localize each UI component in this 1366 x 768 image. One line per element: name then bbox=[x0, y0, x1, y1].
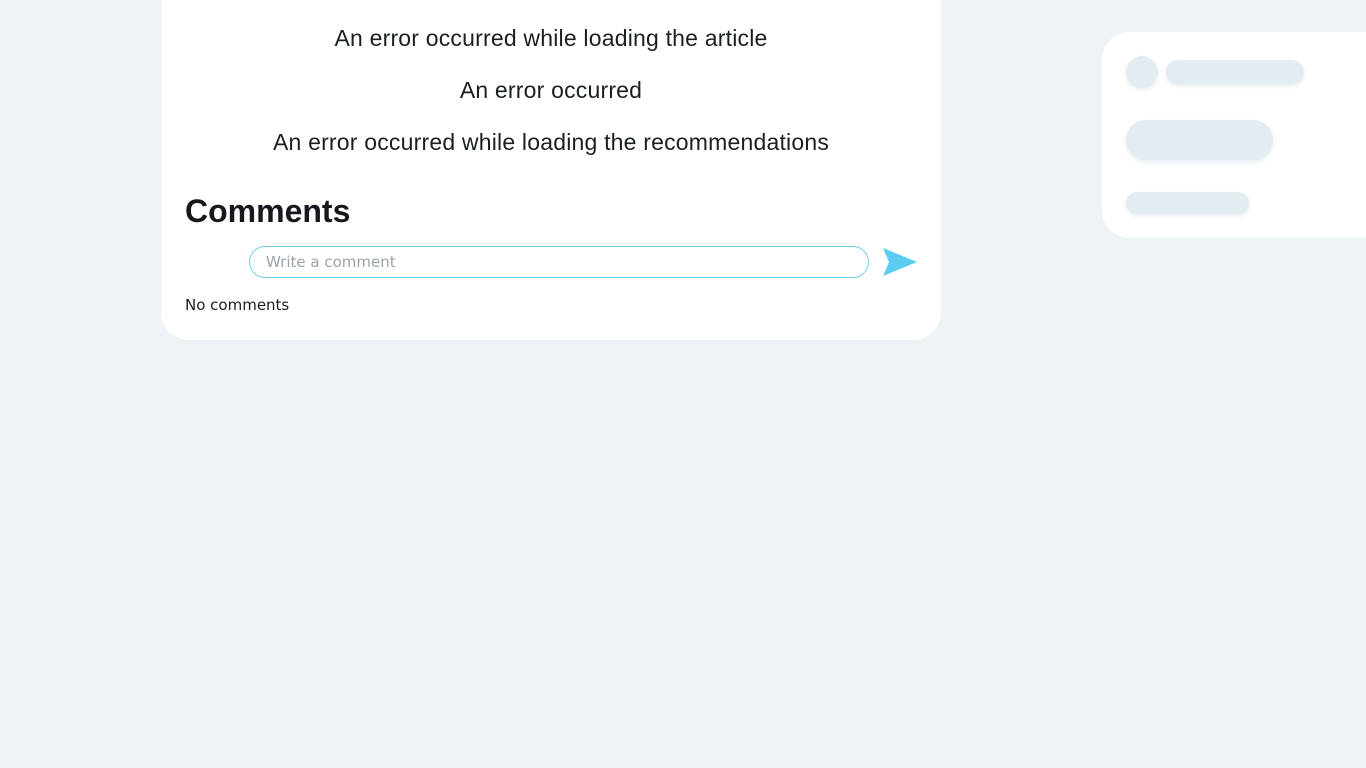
skeleton-avatar bbox=[1126, 56, 1158, 88]
generic-error-message: An error occurred bbox=[459, 77, 643, 103]
skeleton-title-line bbox=[1166, 60, 1304, 84]
recommendations-skeleton-card bbox=[1102, 32, 1366, 238]
send-comment-button[interactable] bbox=[883, 246, 919, 278]
skeleton-block bbox=[1126, 120, 1273, 160]
article-error-message: An error occurred while loading the arti… bbox=[334, 25, 768, 51]
no-comments-text: No comments bbox=[185, 296, 290, 314]
send-arrow-icon bbox=[883, 248, 917, 276]
skeleton-text-line bbox=[1126, 192, 1249, 214]
comment-input[interactable] bbox=[249, 246, 869, 278]
comments-heading: Comments bbox=[185, 193, 351, 229]
article-card: An error occurred while loading the arti… bbox=[161, 0, 941, 340]
recommendations-error-message: An error occurred while loading the reco… bbox=[272, 129, 830, 155]
